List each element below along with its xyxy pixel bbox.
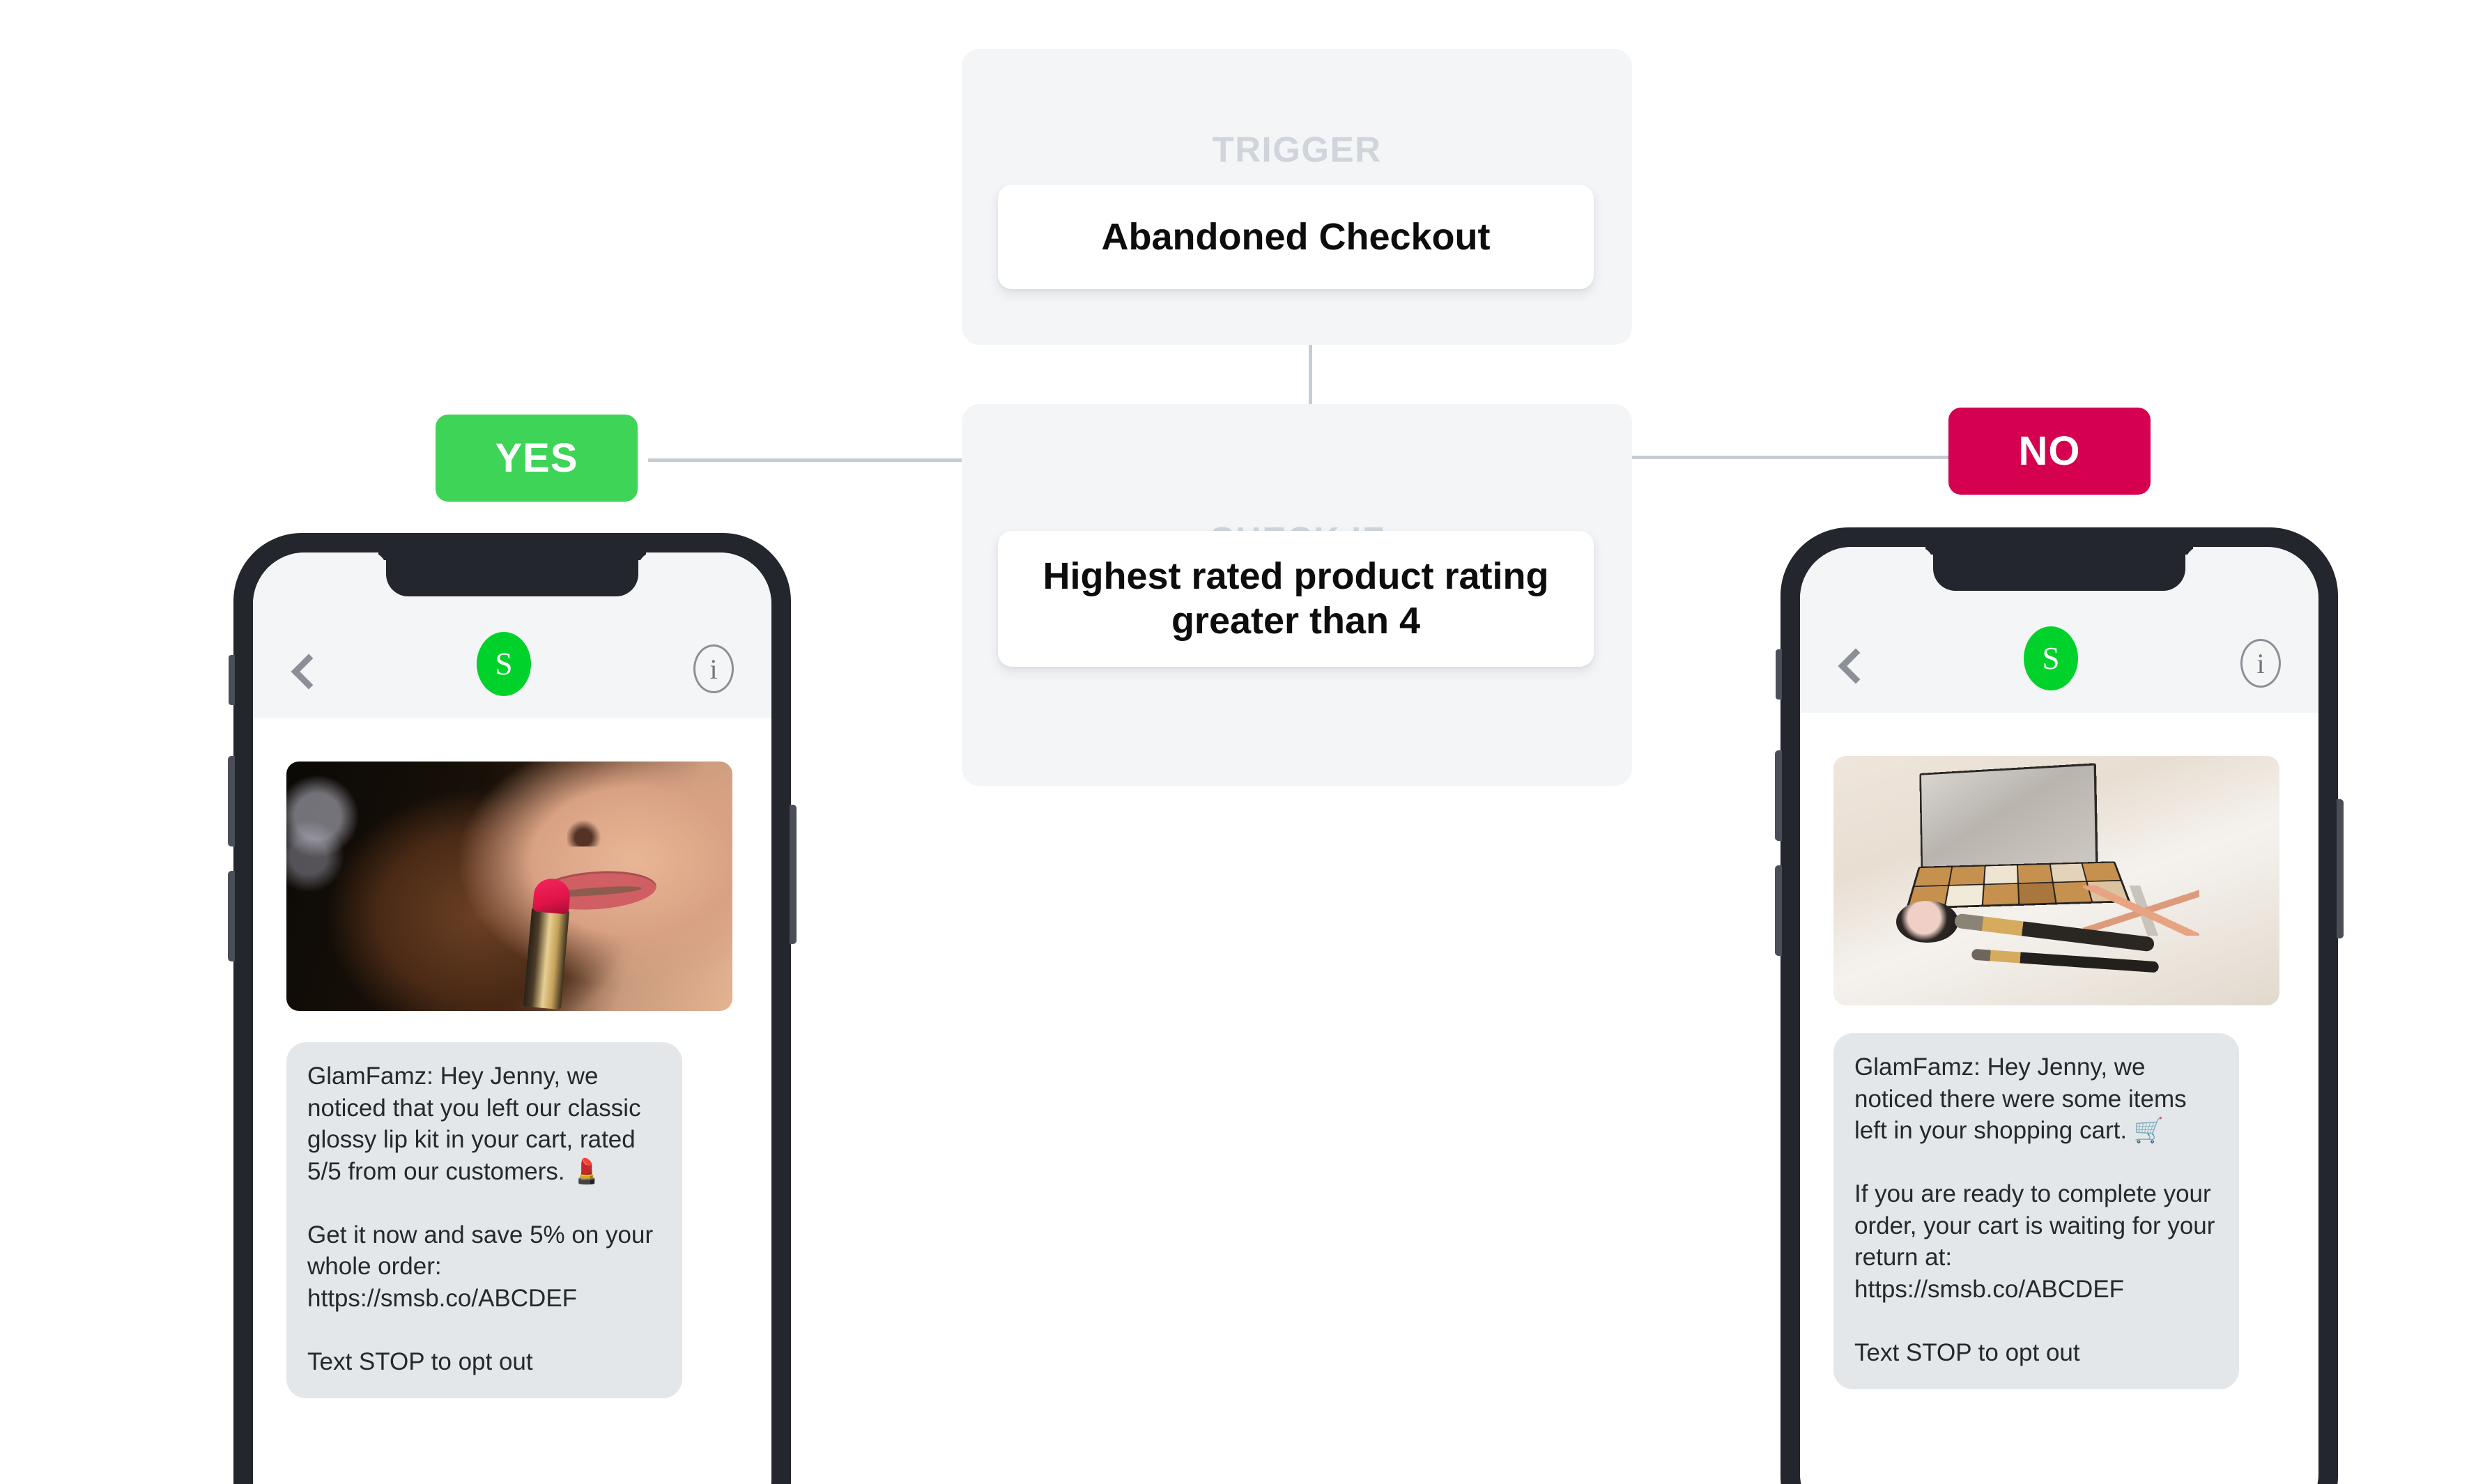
phone-volume-down-button[interactable] <box>1775 865 1782 956</box>
chevron-left-icon[interactable] <box>1838 647 1861 688</box>
check-if-node-label: Highest rated product rating greater tha… <box>1043 555 1549 642</box>
flow-canvas: TRIGGER Abandoned Checkout CHECK IF High… <box>0 0 2492 1484</box>
phone-screen-yes: S i GlamFamz: Hey Jenny, we noticed that… <box>253 552 771 1484</box>
avatar[interactable]: S <box>477 632 531 696</box>
message-thread-no: GlamFamz: Hey Jenny, we noticed there we… <box>1800 713 2318 1484</box>
lipstick-photo <box>286 762 732 1011</box>
check-if-node-card[interactable]: Highest rated product rating greater tha… <box>998 531 1594 667</box>
phone-mute-switch[interactable] <box>1776 649 1782 700</box>
phone-power-button[interactable] <box>790 805 797 944</box>
phone-power-button[interactable] <box>2337 799 2344 938</box>
phone-volume-up-button[interactable] <box>228 756 235 847</box>
connector-checkif-to-no <box>1629 456 1948 459</box>
trigger-kicker-label: TRIGGER <box>1212 130 1382 169</box>
message-bubble-yes: GlamFamz: Hey Jenny, we noticed that you… <box>286 1042 682 1398</box>
trigger-node-card[interactable]: Abandoned Checkout <box>998 185 1594 289</box>
trigger-node-label: Abandoned Checkout <box>1101 216 1491 258</box>
no-branch-badge[interactable]: NO <box>1948 408 2151 495</box>
message-bubble-no: GlamFamz: Hey Jenny, we noticed there we… <box>1833 1033 2239 1389</box>
message-thread-yes: GlamFamz: Hey Jenny, we noticed that you… <box>253 718 771 1484</box>
info-icon[interactable]: i <box>693 644 734 693</box>
phone-mute-switch[interactable] <box>229 655 235 705</box>
info-icon-glyph: i <box>2256 647 2265 679</box>
message-attachment-image-makeup-kit[interactable] <box>1833 756 2279 1005</box>
info-icon[interactable]: i <box>2240 639 2281 688</box>
connector-trigger-to-checkif <box>1309 345 1312 405</box>
phone-volume-down-button[interactable] <box>228 871 235 961</box>
avatar-initial: S <box>2042 641 2060 676</box>
phone-notch <box>386 552 638 596</box>
avatar-initial: S <box>495 647 513 681</box>
makeup-kit-photo <box>1833 756 2279 1005</box>
no-branch-label: NO <box>2018 428 2081 474</box>
yes-branch-badge[interactable]: YES <box>436 415 638 502</box>
info-icon-glyph: i <box>709 653 718 685</box>
phone-mockup-yes-branch: S i GlamFamz: Hey Jenny, we noticed that… <box>228 533 797 1484</box>
connector-checkif-to-yes <box>648 458 965 462</box>
avatar[interactable]: S <box>2024 626 2078 690</box>
phone-volume-up-button[interactable] <box>1775 750 1782 841</box>
chevron-left-icon[interactable] <box>291 653 314 693</box>
phone-screen-no: S i GlamFamz: Hey Jenny, we noticed ther… <box>1800 547 2318 1484</box>
phone-notch <box>1933 547 2185 591</box>
phone-mockup-no-branch: S i GlamFamz: Hey Jenny, we noticed ther… <box>1775 527 2344 1484</box>
yes-branch-label: YES <box>495 435 578 481</box>
message-attachment-image-lipstick[interactable] <box>286 762 732 1011</box>
